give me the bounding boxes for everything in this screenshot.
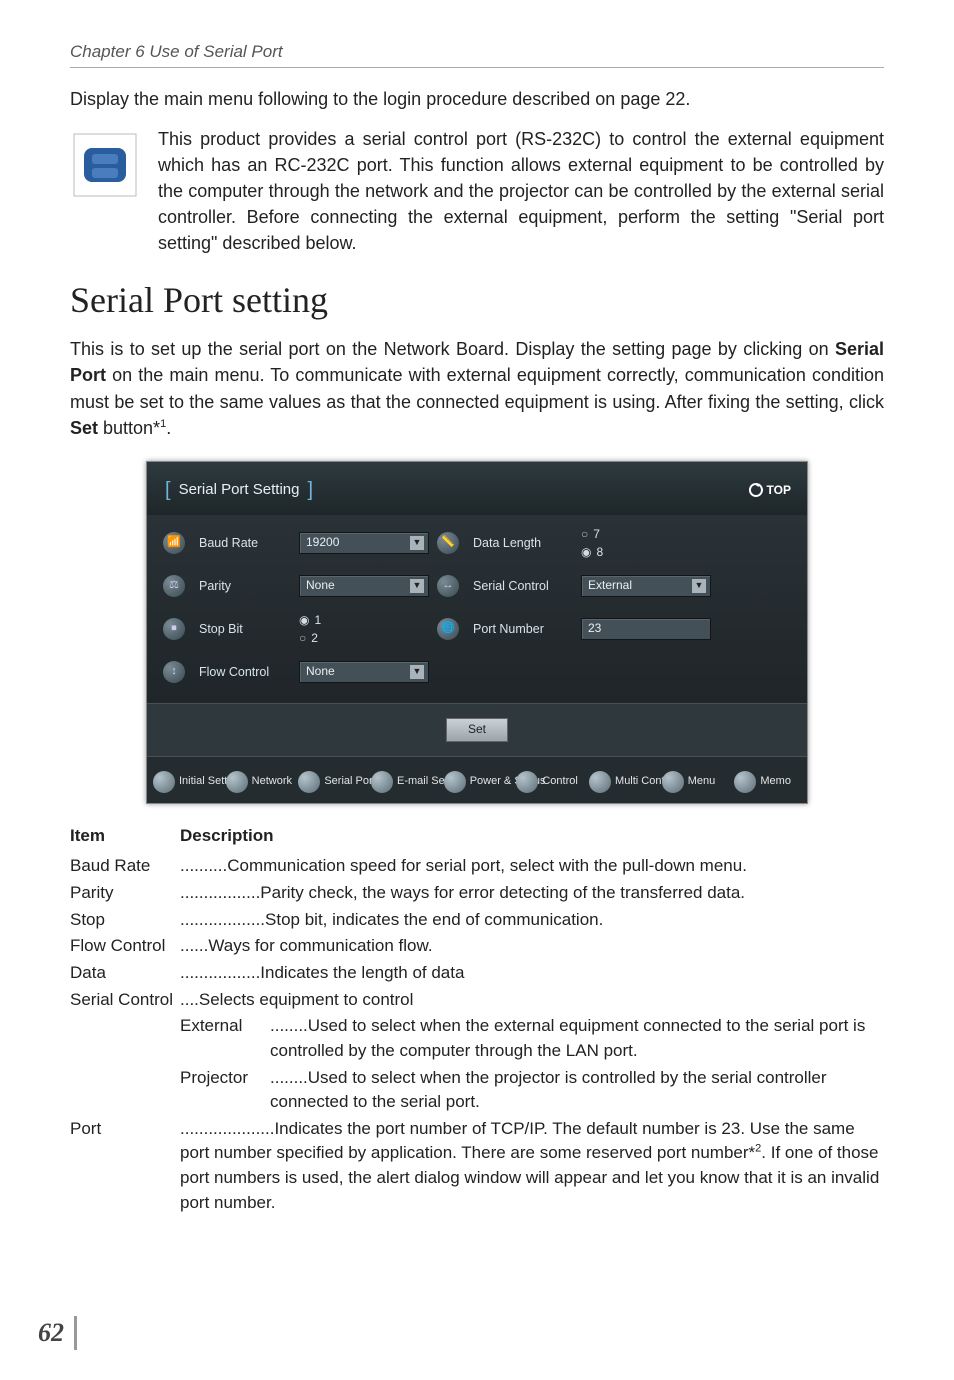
stop-bit-icon: ⏹ [163,618,185,640]
stop-bit-radio[interactable]: 1 2 [299,611,429,647]
flow-control-select[interactable]: None [299,661,429,683]
definitions-table: Item Description Baud Rate..........Comm… [70,824,884,1216]
intro-paragraph: This product provides a serial control p… [158,126,884,256]
port-number-label: Port Number [473,620,573,638]
parity-label: Parity [199,577,291,595]
tab-serial-port[interactable]: Serial Port [296,769,367,795]
tab-menu[interactable]: Menu [660,769,731,795]
baud-rate-label: Baud Rate [199,534,291,552]
page-number: 62 [38,1316,77,1350]
parity-select[interactable]: None [299,575,429,597]
data-length-radio[interactable]: 7 8 [581,525,711,561]
col-item: Item [70,824,180,849]
baud-rate-icon: 📶 [163,532,185,554]
section-heading: Serial Port setting [70,274,884,326]
tab-memo[interactable]: Memo [732,769,803,795]
settings-screenshot: [ Serial Port Setting ] TOP 📶 Baud Rate … [146,461,808,804]
top-link[interactable]: TOP [749,482,791,499]
chapter-header: Chapter 6 Use of Serial Port [70,40,884,68]
tab-power-status[interactable]: Power & Status [442,769,513,795]
panel-title: [ Serial Port Setting ] [165,476,313,505]
stop-bit-label: Stop Bit [199,620,291,638]
body-paragraph: This is to set up the serial port on the… [70,336,884,440]
col-description: Description [180,824,274,849]
flow-control-label: Flow Control [199,663,291,681]
tab-multi-control[interactable]: Multi Control [587,769,658,795]
data-length-icon: 📏 [437,532,459,554]
data-length-label: Data Length [473,534,573,552]
baud-rate-select[interactable]: 19200 [299,532,429,554]
serial-port-icon [70,130,140,200]
parity-icon: ⚖ [163,575,185,597]
tab-network[interactable]: Network [224,769,295,795]
flow-control-icon: ↕ [163,661,185,683]
tab-initial-setting[interactable]: Initial Setting [151,769,222,795]
serial-control-icon: ↔ [437,575,459,597]
set-button[interactable]: Set [446,718,508,742]
port-number-input[interactable]: 23 [581,618,711,640]
intro-line-1: Display the main menu following to the l… [70,86,884,112]
tab-email-setting[interactable]: E-mail Setting [369,769,440,795]
port-number-icon: 🌐 [437,618,459,640]
serial-control-label: Serial Control [473,577,573,595]
serial-control-select[interactable]: External [581,575,711,597]
tab-control[interactable]: Control [514,769,585,795]
